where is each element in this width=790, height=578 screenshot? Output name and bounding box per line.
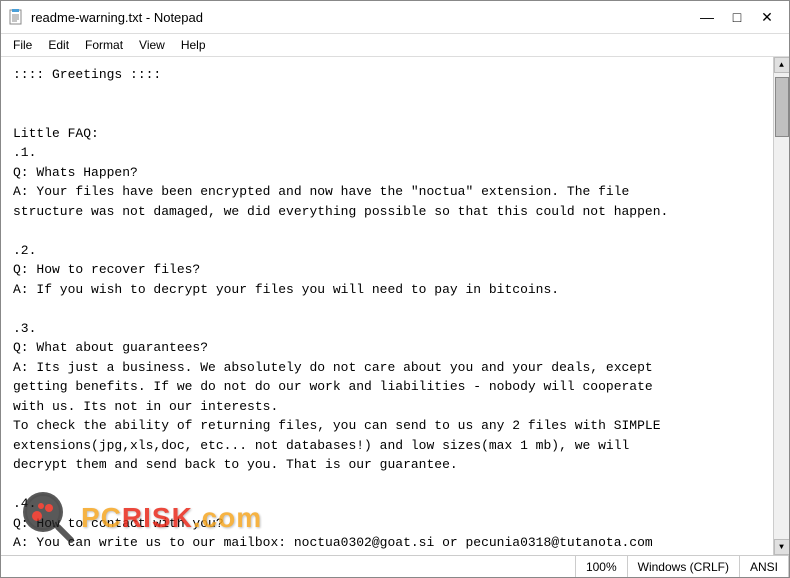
notepad-icon [9, 9, 25, 25]
scrollbar-thumb[interactable] [775, 77, 789, 137]
text-editor[interactable]: :::: Greetings :::: Little FAQ: .1. Q: W… [1, 57, 773, 555]
menu-view[interactable]: View [131, 36, 173, 54]
content-area: :::: Greetings :::: Little FAQ: .1. Q: W… [1, 57, 789, 555]
scrollbar-track[interactable] [774, 73, 789, 539]
window-title: readme-warning.txt - Notepad [31, 10, 693, 25]
scroll-down-arrow[interactable]: ▼ [774, 539, 790, 555]
window-controls: — □ ✕ [693, 7, 781, 27]
title-bar: readme-warning.txt - Notepad — □ ✕ [1, 1, 789, 34]
menu-bar: File Edit Format View Help [1, 34, 789, 57]
scrollbar[interactable]: ▲ ▼ [773, 57, 789, 555]
status-line-ending: Windows (CRLF) [628, 556, 740, 577]
notepad-window: readme-warning.txt - Notepad — □ ✕ File … [0, 0, 790, 578]
status-position [1, 556, 576, 577]
menu-edit[interactable]: Edit [40, 36, 77, 54]
scroll-up-arrow[interactable]: ▲ [774, 57, 790, 73]
status-zoom: 100% [576, 556, 628, 577]
maximize-button[interactable]: □ [723, 7, 751, 27]
close-button[interactable]: ✕ [753, 7, 781, 27]
status-bar: 100% Windows (CRLF) ANSI [1, 555, 789, 577]
menu-help[interactable]: Help [173, 36, 214, 54]
minimize-button[interactable]: — [693, 7, 721, 27]
menu-file[interactable]: File [5, 36, 40, 54]
status-encoding: ANSI [740, 556, 789, 577]
menu-format[interactable]: Format [77, 36, 131, 54]
